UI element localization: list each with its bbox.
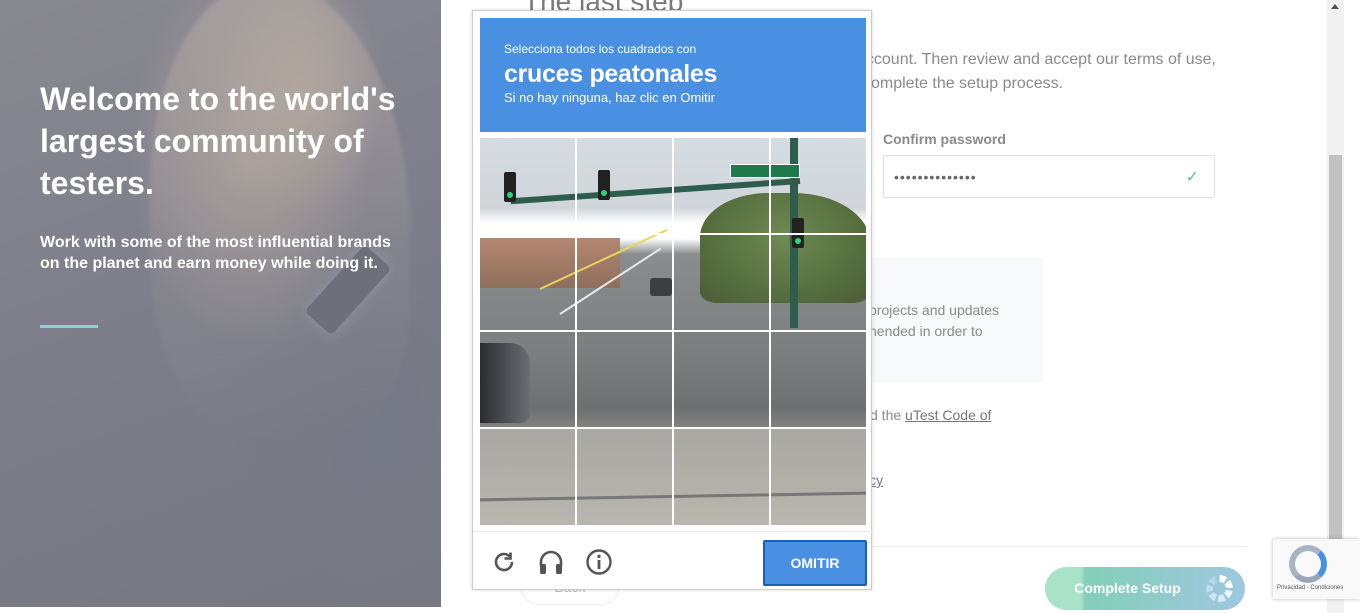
captcha-tile-15[interactable] (674, 429, 771, 525)
captcha-image-grid (480, 138, 866, 525)
info-line-1: projects and updates (869, 302, 999, 318)
captcha-target: cruces peatonales (504, 60, 718, 88)
captcha-tile-8[interactable] (771, 235, 866, 332)
info-line-2: nended in order to (869, 323, 983, 339)
captcha-tile-9[interactable] (480, 332, 577, 429)
captcha-header: Selecciona todos los cuadrados con cruce… (480, 18, 866, 132)
confirm-password-label: Confirm password (883, 131, 1006, 147)
captcha-tile-7[interactable] (674, 235, 771, 332)
recaptcha-terms[interactable]: Privacidad - Condiciones (1277, 585, 1343, 591)
coc-prefix: d the (870, 407, 906, 423)
info-text: projects and updates nended in order to (869, 300, 999, 342)
captcha-tile-16[interactable] (771, 429, 866, 525)
captcha-hint: Si no hay ninguna, haz clic en Omitir (504, 90, 715, 105)
captcha-tile-3[interactable] (674, 138, 771, 235)
captcha-instruction: Selecciona todos los cuadrados con (504, 42, 697, 56)
captcha-tile-1[interactable] (480, 138, 577, 235)
captcha-tile-5[interactable] (480, 235, 577, 332)
captcha-tile-10[interactable] (577, 332, 674, 429)
info-icon[interactable] (585, 548, 613, 576)
captcha-tile-2[interactable] (577, 138, 674, 235)
confirm-password-value: •••••••••••••• (894, 169, 977, 185)
window-edge (1344, 0, 1360, 613)
headphones-icon[interactable] (537, 548, 565, 576)
page: Welcome to the world's largest community… (0, 0, 1360, 613)
scroll-up-arrow-icon[interactable] (1331, 4, 1339, 9)
captcha-tile-14[interactable] (577, 429, 674, 525)
code-of-conduct-link[interactable]: uTest Code of (905, 407, 991, 423)
info-box: projects and updates nended in order to (861, 258, 1043, 382)
captcha-footer: OMITIR (473, 531, 873, 591)
complete-setup-button[interactable]: Complete Setup (1045, 567, 1245, 610)
vertical-scrollbar[interactable] (1327, 0, 1344, 613)
captcha-tile-13[interactable] (480, 429, 577, 525)
code-of-conduct-text: d the uTest Code of (870, 407, 991, 423)
confirm-password-field[interactable]: •••••••••••••• ✓ (883, 155, 1215, 198)
hero-text: Welcome to the world's largest community… (40, 78, 400, 274)
reload-icon[interactable] (490, 548, 518, 576)
captcha-tile-11[interactable] (674, 332, 771, 429)
complete-setup-label: Complete Setup (1074, 580, 1181, 596)
hero-panel: Welcome to the world's largest community… (0, 0, 441, 607)
recaptcha-logo-icon (1289, 545, 1327, 583)
check-icon: ✓ (1185, 169, 1200, 186)
skip-button[interactable]: OMITIR (763, 540, 867, 586)
hero-accent-rule (40, 325, 98, 328)
hero-title: Welcome to the world's largest community… (40, 81, 396, 201)
captcha-challenge: Selecciona todos los cuadrados con cruce… (472, 10, 873, 591)
captcha-tile-12[interactable] (771, 332, 866, 429)
scrollbar-thumb[interactable] (1329, 155, 1342, 540)
loading-spinner-icon (1206, 575, 1233, 602)
hero-subtitle: Work with some of the most influential b… (40, 234, 391, 272)
recaptcha-badge[interactable]: Privacidad - Condiciones (1273, 539, 1360, 599)
captcha-tile-6[interactable] (577, 235, 674, 332)
captcha-tile-4[interactable] (771, 138, 866, 235)
